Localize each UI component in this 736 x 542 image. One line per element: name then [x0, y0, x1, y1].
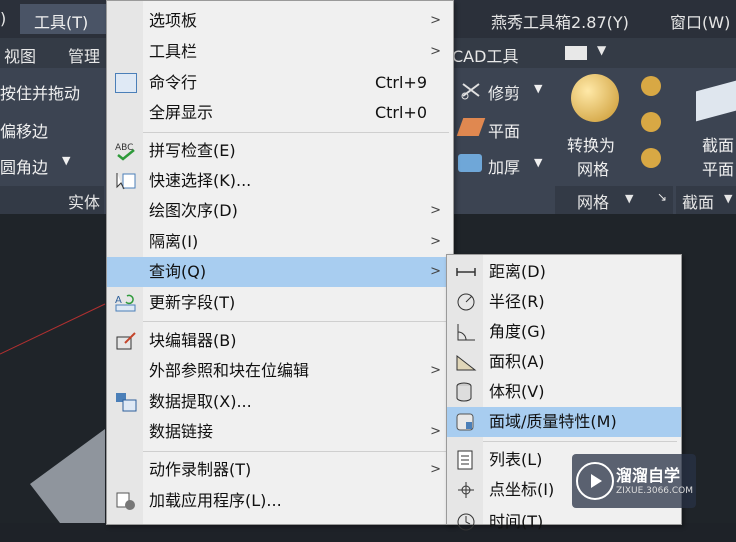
chevron-down-icon[interactable]: ▼: [534, 156, 542, 169]
tab-dropdown-icon[interactable]: [565, 46, 587, 60]
menu-item-data-links[interactable]: 数据链接 >: [107, 417, 453, 447]
data-extraction-icon: [115, 392, 137, 412]
update-fields-icon: A: [115, 293, 137, 313]
load-application-icon: [115, 491, 137, 511]
menu-item-spell-check[interactable]: ABC 拼写检查(E): [107, 136, 453, 166]
submenu-arrow-icon: >: [430, 44, 441, 59]
section-plane-icon: [696, 80, 736, 122]
submenu-arrow-icon: >: [430, 203, 441, 218]
distance-icon: [455, 262, 477, 282]
menu-item-time[interactable]: 时间(T): [447, 507, 681, 537]
watermark-title: 溜溜自学: [616, 466, 681, 485]
submenu-arrow-icon: >: [430, 264, 441, 279]
chevron-down-icon[interactable]: ▼: [62, 154, 70, 167]
command-line-icon: [115, 73, 137, 93]
menu-item-xref-inplace-edit[interactable]: 外部参照和块在位编辑 >: [107, 356, 453, 386]
volume-icon: [455, 382, 477, 402]
menu-item-data-extraction[interactable]: 数据提取(X)...: [107, 387, 453, 417]
menu-window[interactable]: 窗口(W): [670, 9, 730, 33]
planar-icon: [456, 118, 486, 136]
solid-edit-panel: 修剪 ▼ 平面 加厚 ▼: [452, 68, 552, 214]
menu-item-palettes[interactable]: 选项板 >: [107, 6, 453, 36]
menu-tools-label[interactable]: 工具(T): [34, 9, 88, 33]
menu-item-update-fields[interactable]: A 更新字段(T): [107, 288, 453, 318]
chevron-down-icon[interactable]: ▼: [597, 43, 606, 57]
area-icon: [455, 352, 477, 372]
presspull-button[interactable]: 按住并拖动: [0, 80, 80, 104]
menu-separator: [143, 132, 449, 133]
menu-item-command-line[interactable]: 命令行 Ctrl+9: [107, 68, 453, 98]
mass-properties-icon: [455, 412, 477, 432]
panel-title-section: 截面: [682, 193, 715, 212]
menu-item-isolate[interactable]: 隔离(I) >: [107, 227, 453, 257]
block-editor-icon: [115, 331, 137, 351]
trim-icon: [460, 80, 482, 100]
menu-item-region-mass-properties[interactable]: 面域/质量特性(M): [447, 407, 681, 437]
menu-item-block-editor[interactable]: 块编辑器(B): [107, 326, 453, 356]
add-mesh-icon[interactable]: [641, 76, 661, 96]
menu-item-load-application[interactable]: 加载应用程序(L)...: [107, 486, 453, 516]
submenu-arrow-icon: >: [430, 462, 441, 477]
menu-separator: [143, 321, 449, 322]
play-logo-icon: [576, 462, 614, 500]
menu-item-distance[interactable]: 距离(D): [447, 257, 681, 287]
convert-to-mesh-line1[interactable]: 转换为: [567, 132, 615, 156]
planar-button[interactable]: 平面: [488, 118, 520, 142]
solid-panel-bar: 实体: [0, 186, 104, 214]
fillet-edge-button[interactable]: 圆角边: [0, 154, 48, 178]
menu-item-draw-order[interactable]: 绘图次序(D) >: [107, 196, 453, 226]
section-panel: 截面 平面: [676, 68, 736, 186]
mesh-panel: 转换为 网格: [555, 68, 673, 186]
panel-title-solid: 实体: [68, 193, 101, 212]
watermark: 溜溜自学 ZIXUE.3066.COM: [572, 454, 696, 508]
menu-item-toolbars[interactable]: 工具栏 >: [107, 37, 453, 67]
submenu-arrow-icon: >: [430, 13, 441, 28]
chevron-down-icon[interactable]: ▼: [625, 192, 633, 205]
angle-icon: [455, 322, 477, 342]
section-plane-line1[interactable]: 截面: [702, 132, 734, 156]
menu-yanxiu-toolbox[interactable]: 燕秀工具箱2.87(Y): [491, 9, 629, 33]
mesh-panel-bar: 网格 ▼ ↘: [555, 186, 673, 214]
list-icon: [455, 450, 477, 470]
menu-separator: [143, 451, 449, 452]
mesh-edit-icon[interactable]: [641, 148, 661, 168]
chevron-down-icon[interactable]: ▼: [534, 82, 542, 95]
submenu-arrow-icon: >: [430, 234, 441, 249]
menu-item-action-recorder[interactable]: 动作录制器(T) >: [107, 455, 453, 485]
tab-cad-tools[interactable]: CAD工具: [452, 43, 518, 67]
panel-launcher-icon[interactable]: ↘: [657, 190, 667, 204]
thicken-icon: [458, 154, 482, 172]
trim-button[interactable]: 修剪: [488, 80, 520, 104]
svg-text:A: A: [115, 295, 122, 306]
watermark-url: ZIXUE.3066.COM: [616, 486, 694, 496]
offset-edge-button[interactable]: 偏移边: [0, 118, 48, 142]
panel-title-mesh: 网格: [577, 193, 610, 212]
submenu-arrow-icon: >: [430, 363, 441, 378]
menu-item-volume[interactable]: 体积(V): [447, 377, 681, 407]
spell-check-icon: ABC: [115, 141, 137, 161]
submenu-arrow-icon: >: [430, 424, 441, 439]
menu-prev-item[interactable]: ): [0, 9, 6, 28]
menu-item-inquiry[interactable]: 查询(Q) >: [107, 257, 453, 287]
menu-item-angle[interactable]: 角度(G): [447, 317, 681, 347]
menu-item-area[interactable]: 面积(A): [447, 347, 681, 377]
clock-icon: [455, 512, 477, 532]
tools-menu: 选项板 > 工具栏 > 命令行 Ctrl+9 全屏显示 Ctrl+0 ABC 拼写检查(…: [106, 0, 454, 525]
section-panel-bar: 截面 ▼: [676, 186, 736, 214]
id-point-icon: [455, 480, 477, 500]
convert-to-mesh-line2[interactable]: 网格: [577, 156, 609, 180]
section-plane-line2[interactable]: 平面: [702, 156, 734, 180]
remove-mesh-icon[interactable]: [641, 112, 661, 132]
mesh-sphere-icon: [571, 74, 619, 122]
menu-separator: [483, 441, 677, 442]
tab-view[interactable]: 视图: [4, 43, 36, 67]
menu-item-quick-select[interactable]: 快速选择(K)...: [107, 166, 453, 196]
tab-manage[interactable]: 管理: [68, 43, 100, 67]
chevron-down-icon[interactable]: ▼: [724, 192, 732, 205]
menu-item-fullscreen[interactable]: 全屏显示 Ctrl+0: [107, 98, 453, 128]
menu-item-radius[interactable]: 半径(R): [447, 287, 681, 317]
radius-icon: [455, 292, 477, 312]
quick-select-icon: [115, 171, 137, 191]
thicken-button[interactable]: 加厚: [488, 154, 520, 178]
